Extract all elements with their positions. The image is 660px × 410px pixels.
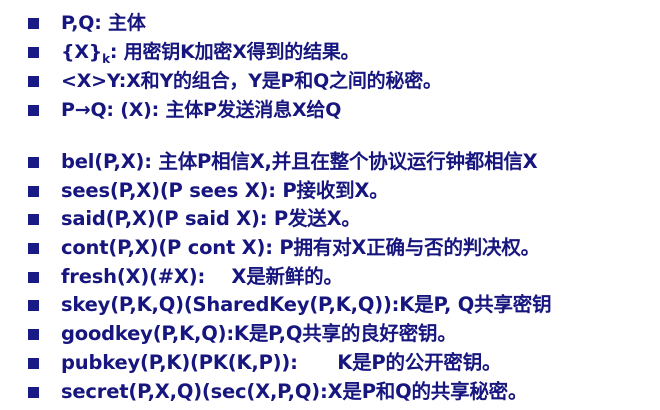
predicate-item-skey: skey(P,K,Q)(SharedKey(P,K,Q)):K是P, Q共享密钥 (28, 291, 552, 320)
square-bullet-icon (28, 357, 39, 369)
predicate-text: sees(P,X)(P sees X): P接收到X。 (61, 178, 389, 202)
predicate-item-fresh: fresh(X)(#X): X是新鲜的。 (28, 263, 551, 292)
square-bullet-icon (28, 243, 39, 255)
square-bullet-icon (28, 185, 39, 197)
predicate-text: goodkey(P,K,Q):K是P,Q共享的良好密钥。 (61, 322, 457, 346)
square-bullet-icon (28, 157, 39, 168)
notation-subscript: k (102, 52, 110, 66)
notation-text: <X>Y:X和Y的组合，Y是P和Q之间的秘密。 (61, 70, 442, 92)
predicate-item-sees: sees(P,X)(P sees X): P接收到X。 (28, 177, 551, 206)
square-bullet-icon (28, 47, 39, 58)
notation-text-prefix: {X} (61, 41, 103, 63)
square-bullet-icon (28, 18, 39, 29)
notation-list: P,Q: 主体 {X}k: 用密钥K加密X得到的结果。 <X>Y:X和Y的组合，… (28, 9, 442, 125)
square-bullet-icon (28, 329, 39, 341)
predicate-text: cont(P,X)(P cont X): P拥有对X正确与否的判决权。 (61, 236, 540, 260)
predicate-item-cont: cont(P,X)(P cont X): P拥有对X正确与否的判决权。 (28, 234, 551, 263)
predicate-text: bel(P,X): 主体P相信X,并且在整个协议运行钟都相信X (61, 150, 538, 173)
slide: P,Q: 主体 {X}k: 用密钥K加密X得到的结果。 <X>Y:X和Y的组合，… (0, 0, 660, 410)
square-bullet-icon (28, 300, 39, 312)
square-bullet-icon (28, 386, 39, 398)
notation-item-principals: P,Q: 主体 (28, 9, 442, 38)
notation-text: P→Q: (X): 主体P发送消息X给Q (61, 99, 342, 121)
square-bullet-icon (28, 76, 39, 87)
predicate-item-bel: bel(P,X): 主体P相信X,并且在整个协议运行钟都相信X (28, 148, 551, 177)
predicate-text: skey(P,K,Q)(SharedKey(P,K,Q)):K是P, Q共享密钥 (61, 293, 552, 317)
predicate-item-pubkey: pubkey(P,K)(PK(K,P)): K是P的公开密钥。 (28, 349, 551, 378)
square-bullet-icon (28, 271, 39, 283)
predicate-item-secret: secret(P,X,Q)(sec(X,P,Q):X是P和Q的共享秘密。 (28, 378, 551, 407)
square-bullet-icon (28, 214, 39, 226)
predicate-text: pubkey(P,K)(PK(K,P)): K是P的公开密钥。 (61, 350, 502, 374)
notation-item-encryption: {X}k: 用密钥K加密X得到的结果。 (28, 38, 442, 67)
notation-item-send: P→Q: (X): 主体P发送消息X给Q (28, 96, 442, 125)
predicate-item-said: said(P,X)(P said X): P发送X。 (28, 205, 551, 234)
notation-text: P,Q: 主体 (61, 12, 146, 34)
predicate-item-goodkey: goodkey(P,K,Q):K是P,Q共享的良好密钥。 (28, 320, 551, 349)
predicate-text: fresh(X)(#X): X是新鲜的。 (61, 264, 343, 288)
notation-item-combination: <X>Y:X和Y的组合，Y是P和Q之间的秘密。 (28, 67, 442, 96)
square-bullet-icon (28, 105, 39, 116)
predicate-text: said(P,X)(P said X): P发送X。 (61, 207, 361, 231)
notation-text-suffix: : 用密钥K加密X得到的结果。 (109, 41, 360, 63)
predicate-text: secret(P,X,Q)(sec(X,P,Q):X是P和Q的共享秘密。 (61, 379, 528, 403)
predicate-list: bel(P,X): 主体P相信X,并且在整个协议运行钟都相信X sees(P,X… (28, 148, 552, 407)
